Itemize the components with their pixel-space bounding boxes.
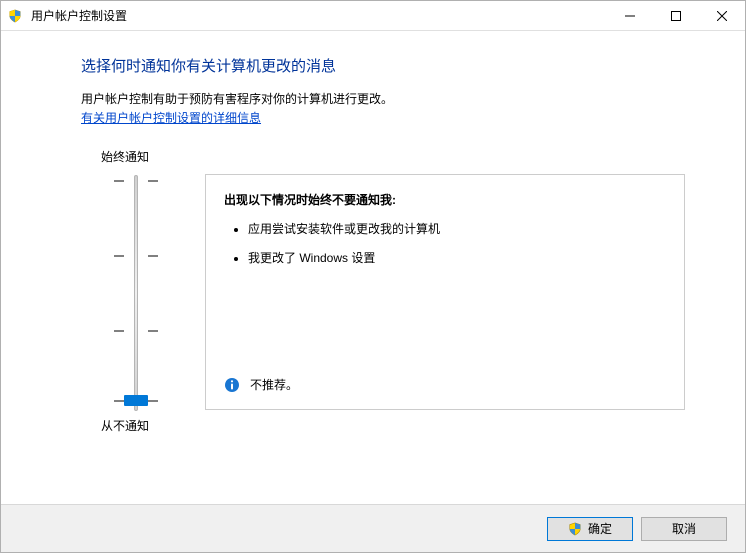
- recommendation-text: 不推荐。: [250, 376, 298, 393]
- window-controls: [607, 1, 745, 30]
- slider-bottom-label: 从不通知: [81, 417, 149, 434]
- title-bar: 用户帐户控制设置: [1, 1, 745, 31]
- slider-tick: [114, 255, 124, 257]
- slider-tick: [148, 400, 158, 402]
- slider-tick: [148, 180, 158, 182]
- content-area: 选择何时通知你有关计算机更改的消息 用户帐户控制有助于预防有害程序对你的计算机进…: [1, 31, 745, 504]
- uac-shield-icon: [568, 522, 582, 536]
- cancel-button-label: 取消: [672, 520, 696, 537]
- recommendation-row: 不推荐。: [224, 376, 298, 393]
- cancel-button[interactable]: 取消: [641, 517, 727, 541]
- help-link[interactable]: 有关用户帐户控制设置的详细信息: [81, 109, 261, 126]
- page-heading: 选择何时通知你有关计算机更改的消息: [81, 55, 685, 76]
- info-icon: [224, 377, 240, 393]
- slider-tick: [114, 330, 124, 332]
- window-title: 用户帐户控制设置: [29, 7, 607, 24]
- slider-track: [134, 175, 138, 411]
- slider-top-label: 始终通知: [81, 148, 149, 165]
- panel-title: 出现以下情况时始终不要通知我:: [224, 191, 666, 208]
- ok-button-label: 确定: [588, 520, 612, 537]
- slider-tick: [114, 180, 124, 182]
- panel-bullet: 应用尝试安装软件或更改我的计算机: [248, 220, 666, 237]
- notification-slider[interactable]: [106, 175, 166, 411]
- page-description: 用户帐户控制有助于预防有害程序对你的计算机进行更改。: [81, 90, 685, 107]
- panel-bullet: 我更改了 Windows 设置: [248, 249, 666, 266]
- slider-tick: [148, 255, 158, 257]
- dialog-footer: 确定 取消: [1, 504, 745, 552]
- slider-tick: [148, 330, 158, 332]
- slider-thumb[interactable]: [124, 395, 148, 406]
- close-button[interactable]: [699, 1, 745, 30]
- ok-button[interactable]: 确定: [547, 517, 633, 541]
- notification-panel: 出现以下情况时始终不要通知我: 应用尝试安装软件或更改我的计算机 我更改了 Wi…: [205, 174, 685, 410]
- minimize-button[interactable]: [607, 1, 653, 30]
- uac-shield-icon: [1, 9, 29, 23]
- panel-bullet-list: 应用尝试安装软件或更改我的计算机 我更改了 Windows 设置: [224, 220, 666, 278]
- maximize-button[interactable]: [653, 1, 699, 30]
- slider-tick: [114, 400, 124, 402]
